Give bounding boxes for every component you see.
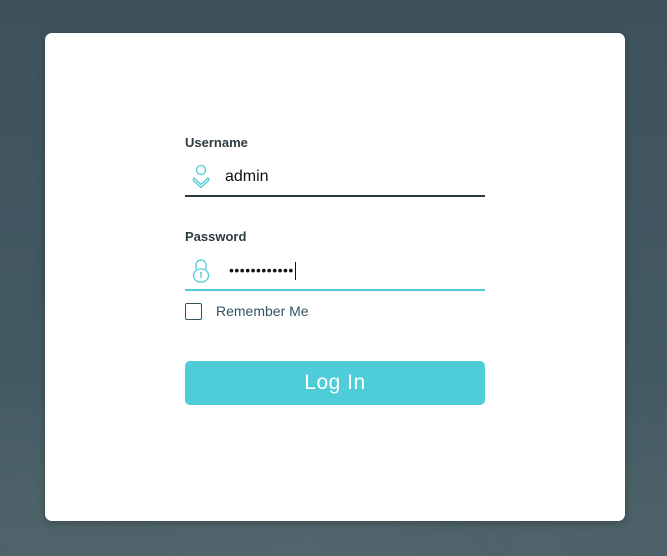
- password-masked-text: ••••••••••••: [229, 262, 294, 278]
- username-group: Username admin: [185, 135, 485, 197]
- user-icon: [191, 164, 211, 190]
- login-card: Username admin Password •••••••••••• Rem…: [45, 33, 625, 521]
- lock-icon: [191, 258, 211, 284]
- login-button[interactable]: Log In: [185, 361, 485, 405]
- username-input[interactable]: admin: [225, 167, 269, 187]
- username-label: Username: [185, 135, 248, 150]
- remember-me-row[interactable]: Remember Me: [185, 300, 309, 322]
- text-caret: [294, 262, 296, 281]
- password-field[interactable]: ••••••••••••: [185, 253, 485, 291]
- username-field[interactable]: admin: [185, 159, 485, 197]
- remember-me-label[interactable]: Remember Me: [216, 303, 309, 319]
- password-label: Password: [185, 229, 247, 244]
- remember-me-checkbox[interactable]: [185, 302, 202, 320]
- password-input[interactable]: ••••••••••••: [229, 260, 296, 281]
- password-group: Password ••••••••••••: [185, 229, 485, 291]
